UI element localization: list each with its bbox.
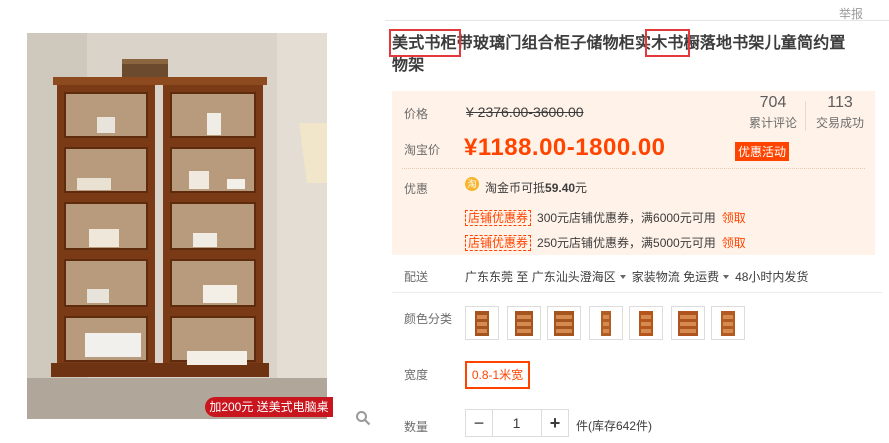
- current-price: ¥1188.00-1800.00: [464, 134, 666, 161]
- promo-banner[interactable]: 加200元 送美式电脑桌: [205, 397, 333, 417]
- stock-info: 件(库存642件): [576, 419, 653, 433]
- ship-method: 家装物流 免运费: [631, 270, 720, 284]
- shipping-details: 广东东莞 至 广东汕头澄海区 家装物流 免运费 48小时内发货: [465, 268, 808, 285]
- color-swatch[interactable]: [547, 306, 581, 340]
- coupon-tag: 店铺优惠券: [465, 235, 532, 251]
- dotted-divider: [402, 168, 865, 169]
- original-price: ¥ 2376.00-3600.00: [466, 104, 584, 120]
- sales-count: 113: [827, 94, 853, 111]
- color-swatch[interactable]: [507, 306, 541, 340]
- quantity-decrement-button[interactable]: −: [465, 409, 493, 437]
- width-label: 宽度: [404, 368, 429, 382]
- coupon-row: 店铺优惠券 300元店铺优惠券，满6000元可用 领取: [465, 209, 746, 226]
- reviews-stat[interactable]: 704 累计评论: [743, 94, 803, 131]
- shipping-row: 配送 广东东莞 至 广东汕头澄海区 家装物流 免运费 48小时内发货: [392, 262, 882, 292]
- price-panel: 价格 ¥ 2376.00-3600.00 704 累计评论 113 交易成功 淘…: [392, 91, 875, 255]
- top-divider: [385, 0, 889, 21]
- price-label: 价格: [404, 107, 429, 121]
- bookcase-illustration: [27, 33, 327, 419]
- ship-time: 48小时内发货: [735, 270, 809, 284]
- shipping-label: 配送: [404, 270, 429, 284]
- quantity-input[interactable]: 1: [492, 409, 541, 437]
- chevron-down-icon: [723, 274, 730, 279]
- color-swatch[interactable]: [589, 306, 623, 340]
- color-swatch[interactable]: [671, 306, 705, 340]
- quantity-label: 数量: [404, 420, 429, 434]
- claim-coupon-link[interactable]: 领取: [722, 236, 746, 250]
- product-title: 美式书柜带玻璃门组合柜子储物柜实木书橱落地书架儿童简约置 物架: [392, 33, 886, 77]
- reviews-count: 704: [759, 94, 787, 111]
- color-label: 颜色分类: [404, 312, 453, 326]
- ship-destination-select[interactable]: 广东汕头澄海区: [532, 270, 632, 284]
- zoom-icon[interactable]: [355, 410, 371, 429]
- reviews-label: 累计评论: [748, 116, 797, 130]
- discount-label: 优惠: [404, 182, 429, 196]
- quantity-increment-button[interactable]: +: [541, 409, 569, 437]
- taojinbi-coin-icon: 淘: [465, 177, 479, 191]
- coupon-desc: 250元店铺优惠券，满5000元可用: [537, 236, 716, 250]
- highlight-box-keyword-2: [645, 29, 690, 57]
- ship-from: 广东东莞: [465, 270, 514, 284]
- product-image[interactable]: [27, 33, 327, 419]
- section-divider: [392, 292, 882, 293]
- coin-offer-text: 淘金币可抵: [485, 181, 546, 195]
- sales-label: 交易成功: [815, 116, 864, 130]
- ship-to-word: 至: [516, 270, 529, 284]
- coupon-row: 店铺优惠券 250元店铺优惠券，满5000元可用 领取: [465, 234, 746, 251]
- ship-destination: 广东汕头澄海区: [531, 270, 616, 284]
- sales-stat: 113 交易成功: [810, 94, 870, 131]
- title-line-2: 物架: [392, 57, 425, 74]
- title-line-1: 美式书柜带玻璃门组合柜子储物柜实木书橱落地书架儿童简约置: [392, 35, 846, 52]
- color-swatch[interactable]: [629, 306, 663, 340]
- coupon-desc: 300元店铺优惠券，满6000元可用: [537, 211, 716, 225]
- width-option-selected[interactable]: 0.8-1米宽: [465, 361, 530, 389]
- color-swatch[interactable]: [465, 306, 499, 340]
- coin-offer-amount: 59.40: [545, 181, 576, 195]
- coin-offer-unit: 元: [575, 181, 588, 195]
- color-swatch[interactable]: [711, 306, 745, 340]
- coin-offer: 淘金币可抵59.40元: [485, 179, 587, 196]
- claim-coupon-link[interactable]: 领取: [722, 211, 746, 225]
- ship-method-select[interactable]: 家装物流 免运费: [632, 270, 735, 284]
- coupon-tag: 店铺优惠券: [465, 210, 532, 226]
- taobao-price-label: 淘宝价: [404, 143, 441, 157]
- stat-divider: [805, 101, 806, 131]
- chevron-down-icon: [619, 274, 626, 279]
- promotion-badge[interactable]: 优惠活动: [735, 142, 790, 161]
- report-link[interactable]: 举报: [839, 5, 863, 22]
- highlight-box-keyword-1: [389, 29, 461, 57]
